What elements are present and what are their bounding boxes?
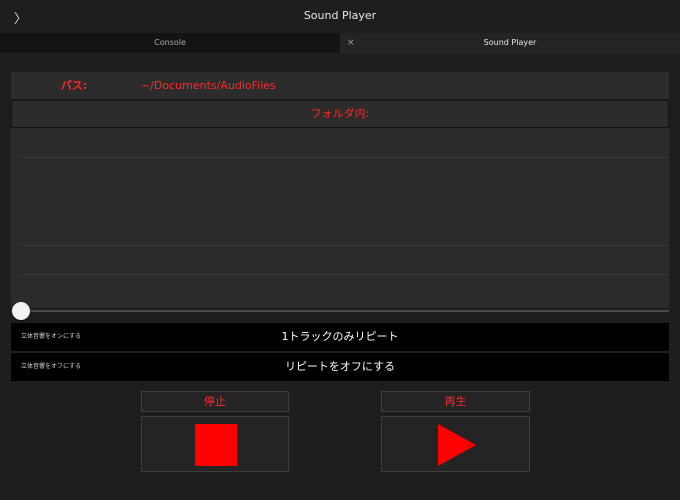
file-list[interactable] <box>11 128 669 308</box>
playback-slider-thumb[interactable] <box>12 302 30 320</box>
playback-slider-track[interactable] <box>11 310 669 312</box>
list-divider <box>21 274 669 275</box>
play-label-button[interactable]: 再生 <box>381 391 530 412</box>
close-tab-icon[interactable]: × <box>347 33 355 53</box>
folder-contents-header: フォルダ内: <box>11 100 669 128</box>
tab-console-label: Console <box>154 38 186 47</box>
option-row-repeat-one[interactable]: 立体音響をオンにする 1トラックのみリピート <box>11 323 669 351</box>
tab-sound-player[interactable]: × Sound Player <box>340 33 680 53</box>
stop-square-icon <box>195 424 237 466</box>
play-button[interactable] <box>381 416 530 472</box>
repeat-one-track-option[interactable]: 1トラックのみリピート <box>11 323 669 351</box>
list-divider <box>21 245 669 246</box>
window-title: Sound Player <box>303 9 377 22</box>
tab-bar: Console × Sound Player <box>0 33 680 53</box>
repeat-off-option[interactable]: リピートをオフにする <box>11 353 669 381</box>
list-divider <box>21 157 669 158</box>
stop-label-button[interactable]: 停止 <box>141 391 289 412</box>
path-value: ~/Documents/AudioFiles <box>141 79 276 92</box>
option-row-repeat-off[interactable]: 立体音響をオフにする リピートをオフにする <box>11 353 669 381</box>
play-triangle-icon <box>438 424 476 466</box>
tab-console[interactable]: Console <box>0 33 340 53</box>
path-label: パス: <box>60 79 88 92</box>
stop-button[interactable] <box>141 416 289 472</box>
tab-sound-player-label: Sound Player <box>483 38 537 47</box>
